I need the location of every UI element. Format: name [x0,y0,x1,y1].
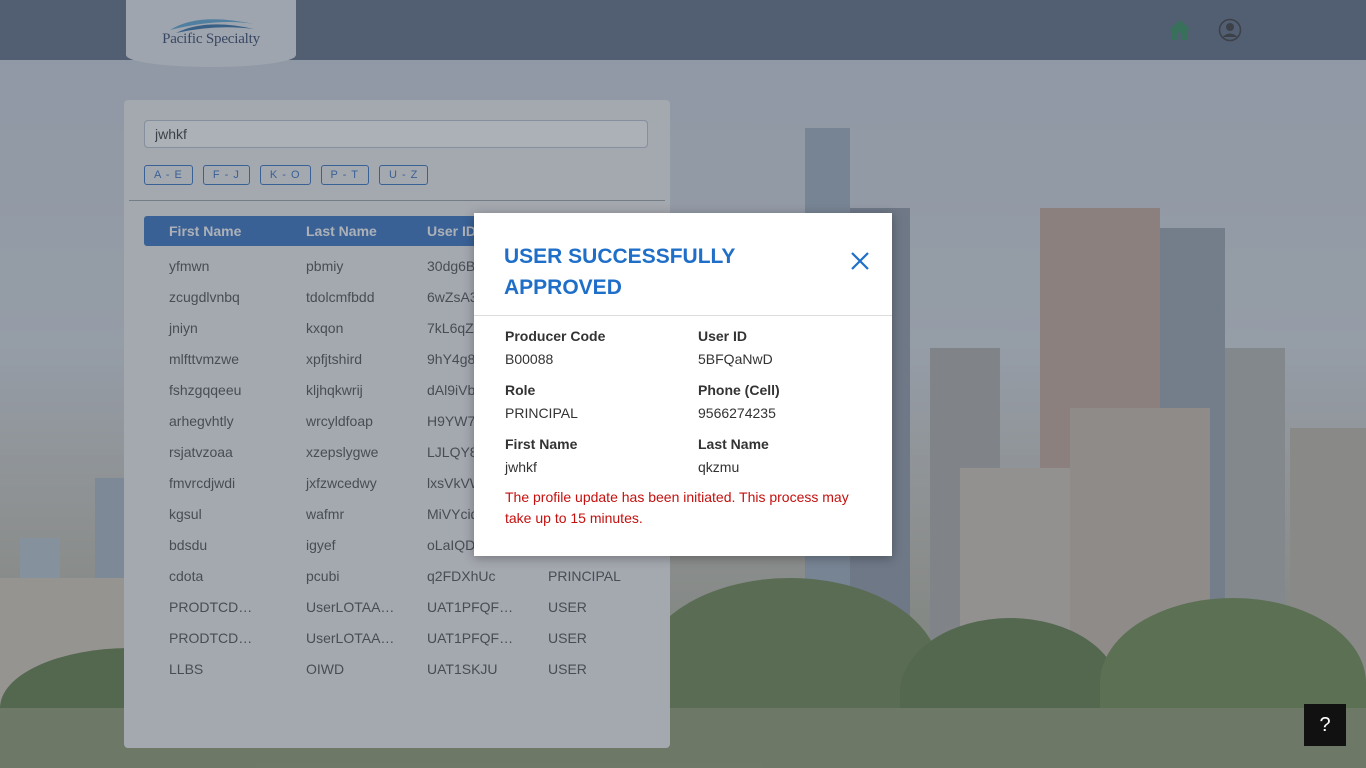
first-name-label: First Name [505,436,578,452]
dialog-title: USER SUCCESSFULLY APPROVED [504,245,736,299]
producer-code-value: B00088 [505,351,554,367]
user-id-label: User ID [698,328,748,344]
role-value: PRINCIPAL [505,405,578,421]
last-name-label: Last Name [698,436,769,452]
user-id-value: 5BFQaNwD [698,351,773,367]
dialog-divider [474,315,892,316]
help-button[interactable]: ? [1304,704,1346,746]
role-label: Role [505,382,536,398]
producer-code-label: Producer Code [505,328,606,344]
approval-success-dialog: USER SUCCESSFULLY APPROVED Producer Code… [474,213,892,556]
first-name-value: jwhkf [505,459,537,475]
close-icon[interactable] [848,249,872,273]
last-name-value: qkzmu [698,459,740,475]
status-message: The profile update has been initiated. T… [505,489,849,526]
phone-value: 9566274235 [698,405,776,421]
phone-label: Phone (Cell) [698,382,780,398]
